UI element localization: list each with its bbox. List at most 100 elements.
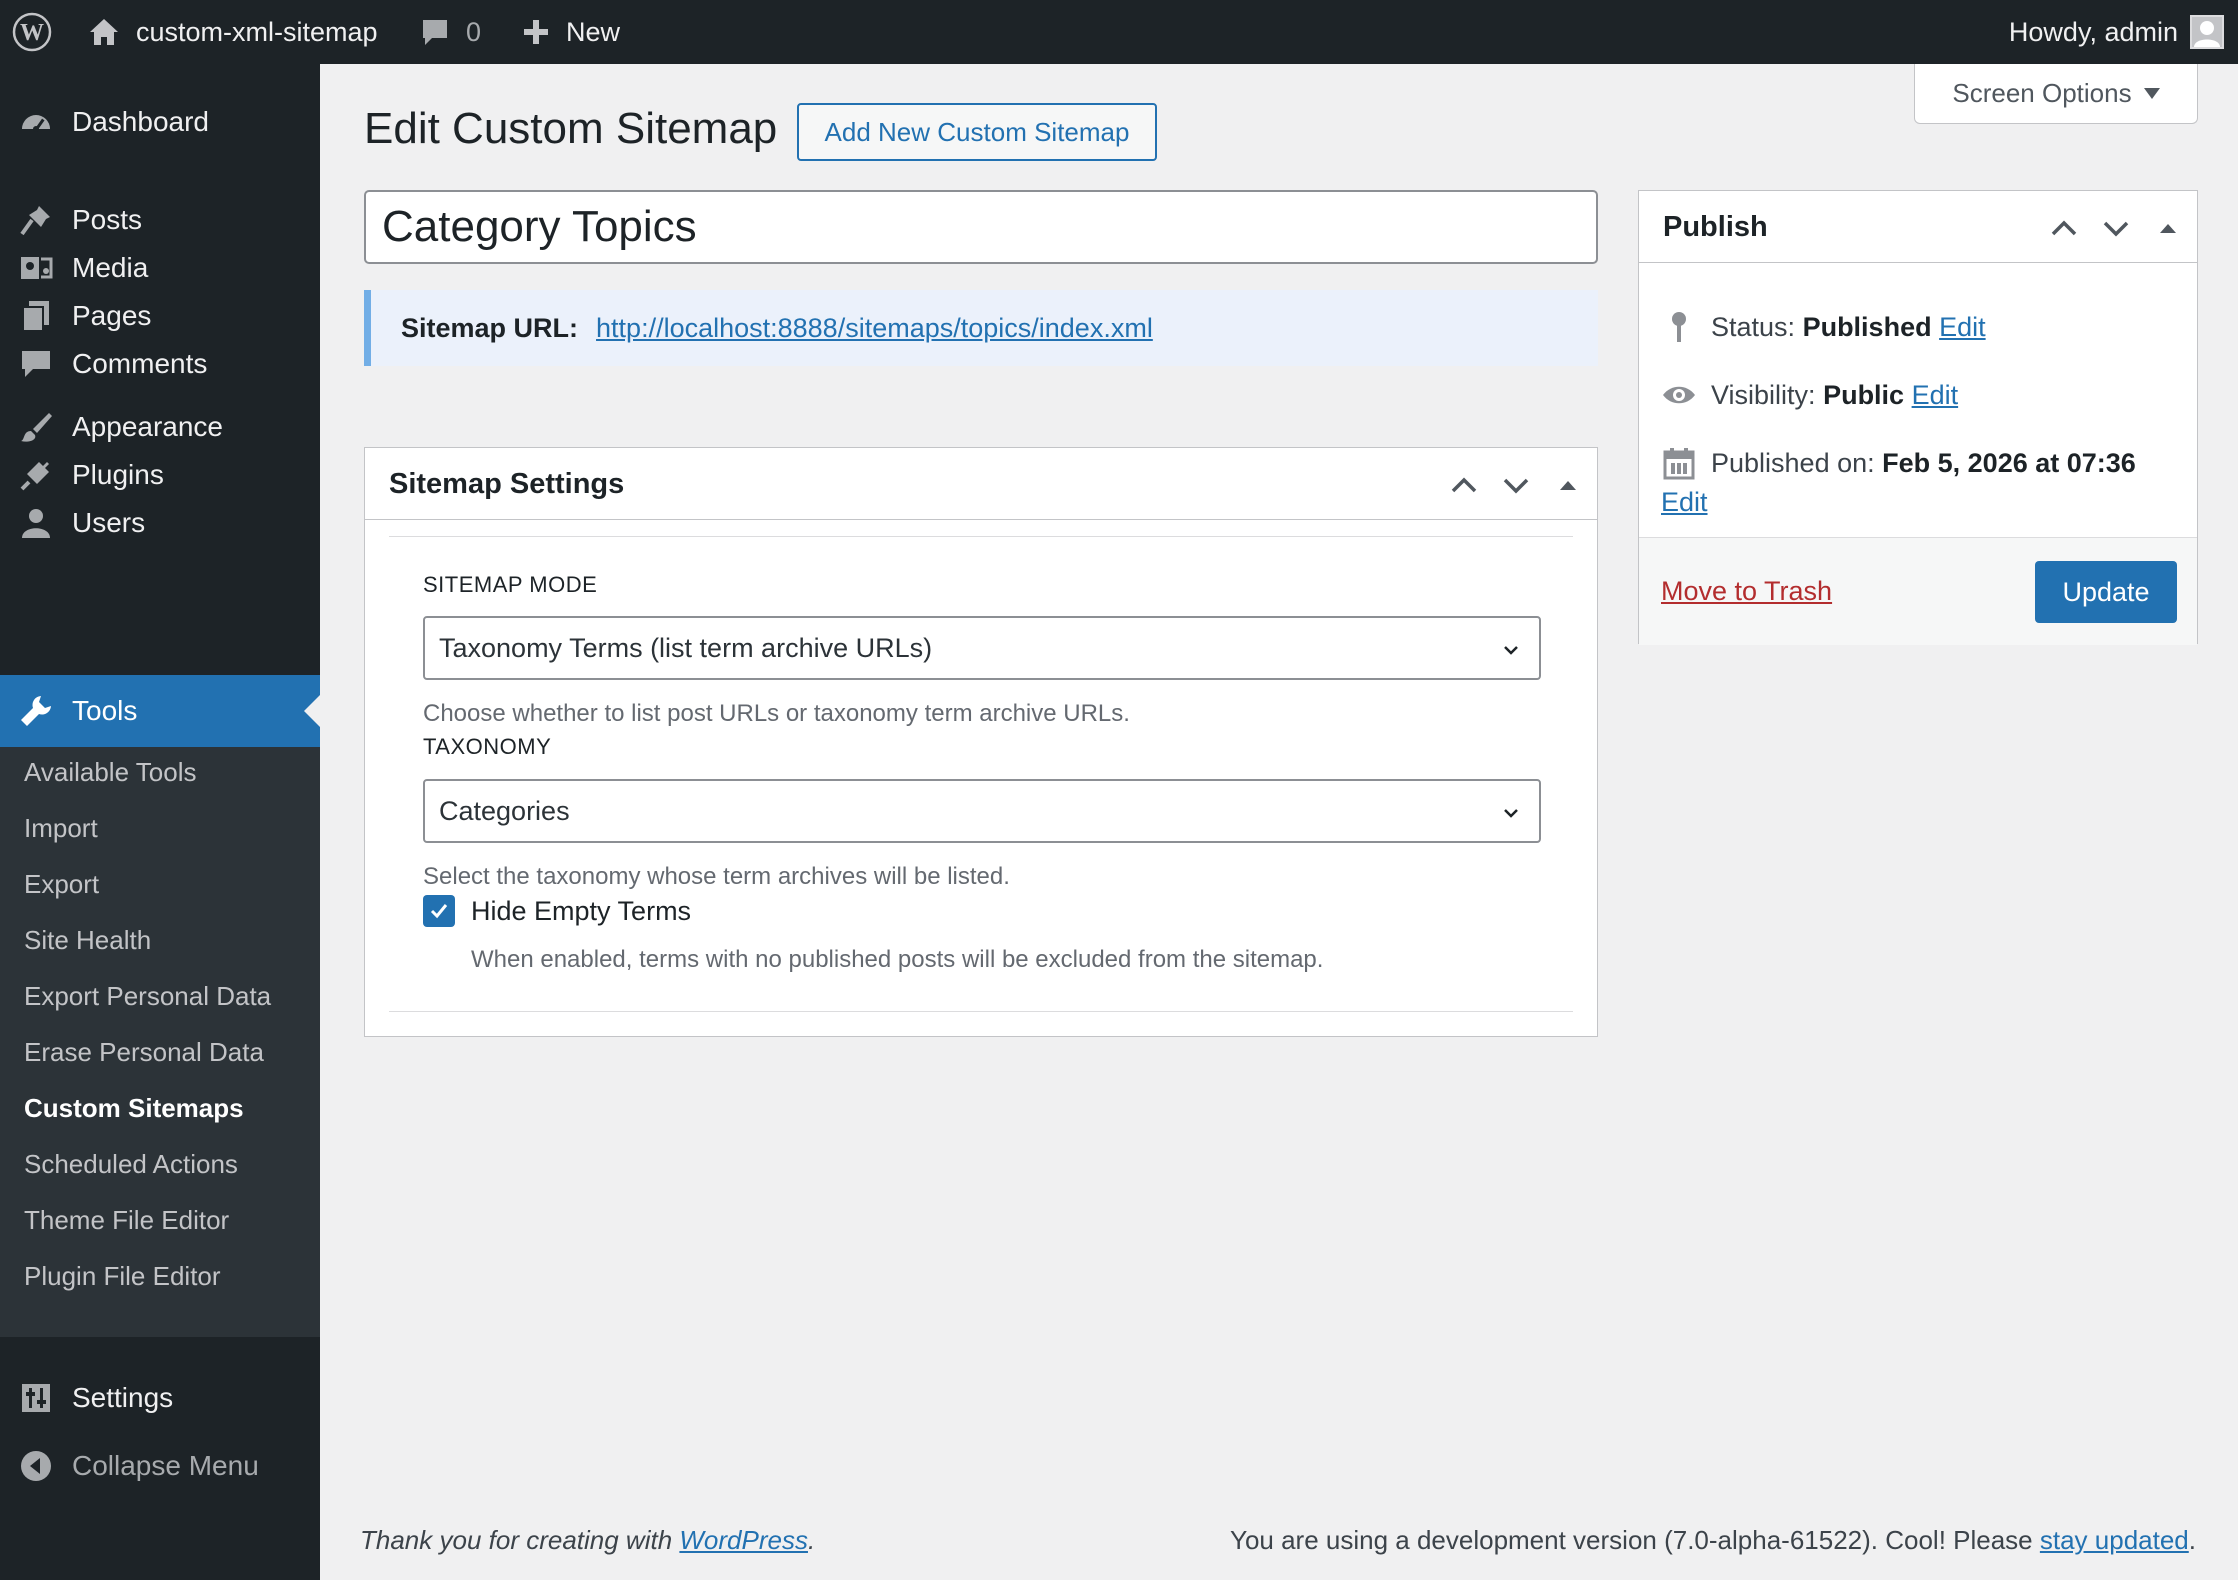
status-value: Published: [1802, 311, 1932, 342]
sitemap-url-link[interactable]: http://localhost:8888/sitemaps/topics/in…: [596, 313, 1153, 344]
menu-users[interactable]: Users: [0, 495, 320, 551]
plus-icon: [522, 18, 550, 46]
major-publishing-actions: Move to Trash Update: [1639, 537, 2197, 645]
eye-icon: [1661, 377, 1697, 413]
wrench-icon: [18, 693, 54, 729]
sitemap-mode-value: Taxonomy Terms (list term archive URLs): [439, 632, 933, 663]
stay-updated-link[interactable]: stay updated: [2040, 1525, 2189, 1555]
sitemap-mode-select[interactable]: Taxonomy Terms (list term archive URLs): [423, 616, 1541, 680]
submenu-item[interactable]: Theme File Editor: [24, 1205, 229, 1236]
sitemap-mode-description: Choose whether to list post URLs or taxo…: [423, 700, 1130, 727]
sitemap-settings-box: Sitemap Settings SITEMAP MODE Taxonomy T…: [364, 447, 1598, 1037]
submenu-item[interactable]: Plugin File Editor: [24, 1261, 221, 1292]
menu-label: Appearance: [72, 411, 224, 442]
divider: [389, 1011, 1573, 1012]
page-title: Edit Custom Sitemap: [364, 104, 778, 153]
move-up-icon[interactable]: [2049, 213, 2079, 243]
menu-label: Tools: [72, 695, 138, 726]
checkmark-icon: [430, 904, 448, 919]
submenu-item[interactable]: Scheduled Actions: [24, 1149, 238, 1180]
footer-thanks-suffix: .: [807, 1525, 816, 1555]
hide-empty-checkbox[interactable]: [423, 895, 455, 927]
menu-label: Collapse Menu: [72, 1450, 259, 1481]
edit-status-link[interactable]: Edit: [1939, 312, 1986, 343]
calendar-icon: [1661, 445, 1697, 481]
toggle-panel-icon[interactable]: [1553, 470, 1583, 500]
hide-empty-label[interactable]: Hide Empty Terms: [471, 896, 691, 927]
postbox-header: Publish: [1639, 191, 2197, 263]
visibility-row: Visibility: Public Edit: [1661, 377, 1958, 413]
chevron-down-icon: [1501, 640, 1521, 660]
avatar: [2190, 15, 2224, 49]
wordpress-link[interactable]: WordPress: [679, 1525, 808, 1555]
pin-icon: [1661, 309, 1697, 345]
current-menu-arrow: [304, 695, 320, 727]
submenu-item[interactable]: Site Health: [24, 925, 151, 956]
postbox-title: Sitemap Settings: [389, 467, 625, 500]
title-input[interactable]: [364, 190, 1598, 264]
new-label: New: [566, 16, 621, 47]
comments-count: 0: [466, 16, 482, 47]
postbox-header: Sitemap Settings: [365, 448, 1597, 520]
sitemap-url-label: Sitemap URL:: [401, 312, 579, 343]
footer-version: You are using a development version (7.0…: [1230, 1525, 2196, 1556]
wordpress-logo-icon[interactable]: W: [12, 0, 52, 64]
menu-label: Media: [72, 252, 149, 283]
collapse-icon: [18, 1448, 54, 1484]
submenu-item[interactable]: Export Personal Data: [24, 981, 271, 1012]
edit-visibility-link[interactable]: Edit: [1912, 380, 1959, 411]
footer-version-text: You are using a development version (7.0…: [1229, 1525, 2040, 1555]
visibility-value: Public: [1823, 379, 1905, 410]
menu-settings[interactable]: Settings: [0, 1370, 320, 1426]
edit-date-link[interactable]: Edit: [1661, 487, 1708, 518]
hide-empty-description: When enabled, terms with no published po…: [471, 946, 1324, 973]
brush-icon: [18, 409, 54, 445]
collapse-menu-button[interactable]: Collapse Menu: [0, 1438, 320, 1494]
settings-icon: [18, 1380, 54, 1416]
submenu-item[interactable]: Export: [24, 869, 99, 900]
taxonomy-select[interactable]: Categories: [423, 779, 1541, 843]
menu-comments[interactable]: Comments: [0, 336, 320, 392]
menu-label: Settings: [72, 1382, 174, 1413]
menu-label: Comments: [72, 348, 208, 379]
plugin-icon: [18, 457, 54, 493]
submenu-item[interactable]: Custom Sitemaps: [24, 1093, 244, 1124]
postbox-title: Publish: [1663, 210, 1768, 243]
menu-tools[interactable]: Tools: [0, 675, 320, 747]
menu-dashboard[interactable]: Dashboard: [0, 64, 320, 180]
update-button[interactable]: Update: [2035, 561, 2177, 623]
published-row: Published on: Feb 5, 2026 at 07:36: [1661, 445, 2136, 481]
svg-text:W: W: [20, 20, 44, 46]
taxonomy-description: Select the taxonomy whose term archives …: [423, 863, 1010, 890]
move-up-icon[interactable]: [1449, 470, 1479, 500]
comment-icon: [18, 346, 54, 382]
toggle-panel-icon[interactable]: [2153, 213, 2183, 243]
submenu-item[interactable]: Import: [24, 813, 98, 844]
published-label: Published on:: [1711, 447, 1875, 478]
screen-options-button[interactable]: Screen Options: [1914, 64, 2198, 124]
status-label: Status:: [1711, 311, 1796, 342]
publish-box: Publish Status: Published Edit Visibilit…: [1638, 190, 2198, 645]
menu-label: Plugins: [72, 459, 164, 490]
menu-label: Posts: [72, 204, 143, 235]
add-new-button[interactable]: Add New Custom Sitemap: [797, 103, 1157, 161]
visibility-label: Visibility:: [1711, 379, 1816, 410]
site-link[interactable]: custom-xml-sitemap: [88, 0, 378, 64]
published-value: Feb 5, 2026 at 07:36: [1882, 447, 2136, 478]
screen-options-label: Screen Options: [1952, 78, 2132, 108]
submenu-item[interactable]: Erase Personal Data: [24, 1037, 264, 1068]
home-icon: [88, 17, 120, 47]
divider: [389, 536, 1573, 537]
users-icon: [18, 505, 54, 541]
new-content-link[interactable]: New: [522, 0, 620, 64]
site-name: custom-xml-sitemap: [136, 16, 378, 47]
sitemap-url-notice: Sitemap URL: http://localhost:8888/sitem…: [364, 290, 1598, 366]
move-to-trash-link[interactable]: Move to Trash: [1661, 538, 1832, 644]
footer-thanks-text: Thank you for creating with: [360, 1525, 680, 1555]
submenu-item[interactable]: Available Tools: [24, 757, 197, 788]
comments-link[interactable]: 0: [420, 0, 481, 64]
move-down-icon[interactable]: [2101, 213, 2131, 243]
chevron-down-icon: [1501, 803, 1521, 823]
move-down-icon[interactable]: [1501, 470, 1531, 500]
my-account[interactable]: Howdy, admin: [2009, 0, 2224, 64]
